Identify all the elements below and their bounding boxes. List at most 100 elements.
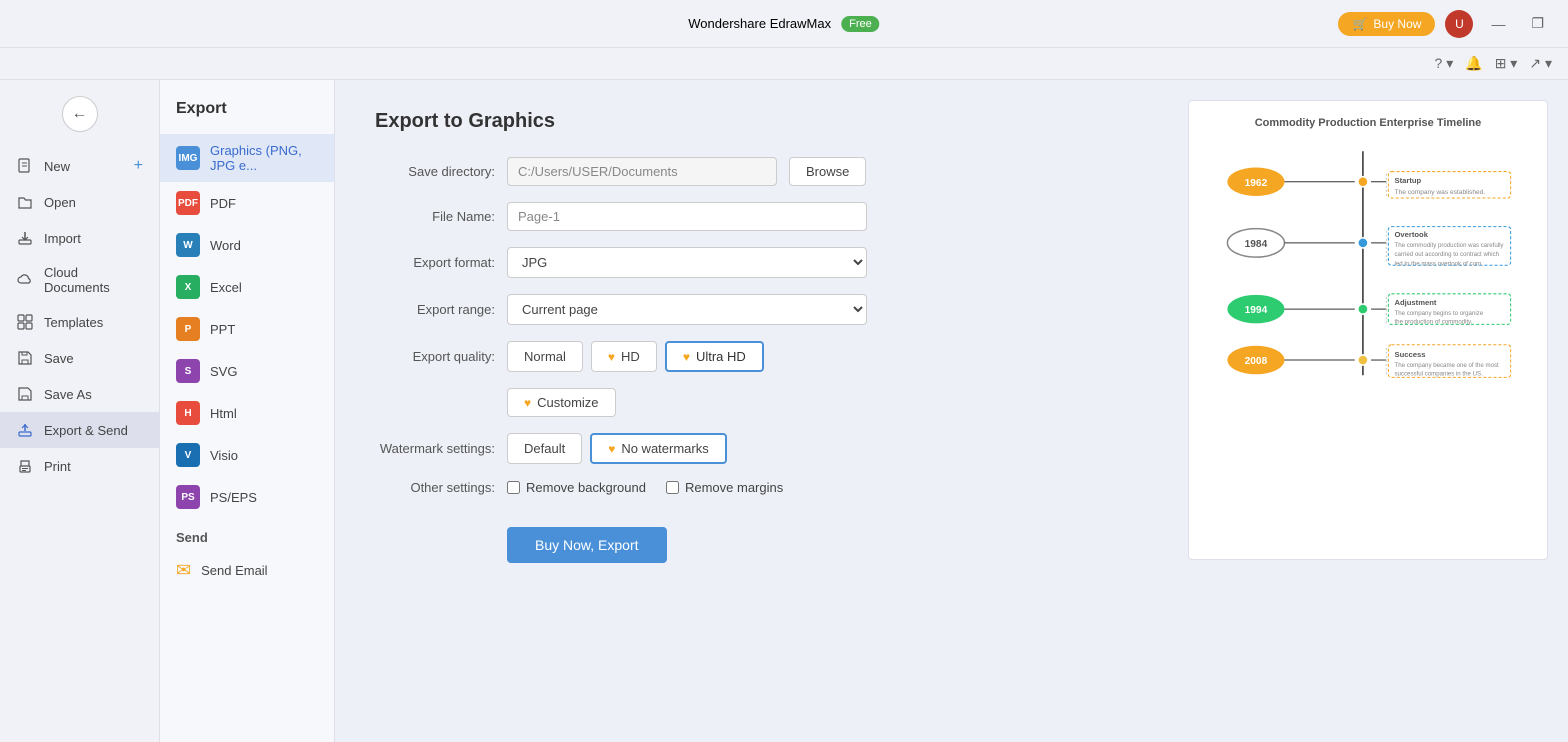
hd-heart-icon: ♥ <box>608 350 615 364</box>
buy-now-button[interactable]: 🛒 Buy Now <box>1338 12 1435 36</box>
quality-normal-button[interactable]: Normal <box>507 341 583 372</box>
send-email-item[interactable]: ✉ Send Email <box>160 551 334 590</box>
free-badge: Free <box>841 16 880 32</box>
browse-button[interactable]: Browse <box>789 157 866 186</box>
format-icon-ppt: P <box>176 317 200 341</box>
back-button[interactable]: ← <box>62 96 98 132</box>
format-label-html: Html <box>210 406 237 421</box>
svg-text:Overtook: Overtook <box>1394 230 1428 239</box>
sidebar-item-new[interactable]: New + <box>0 148 159 184</box>
maximize-button[interactable]: ❐ <box>1523 11 1552 36</box>
remove-background-checkbox-item[interactable]: Remove background <box>507 480 646 495</box>
title-bar: Wondershare EdrawMax Free 🛒 Buy Now U — … <box>0 0 1568 48</box>
watermark-default-button[interactable]: Default <box>507 433 582 464</box>
svg-text:successful companies in the US: successful companies in the US. <box>1394 370 1483 377</box>
save-directory-row: Save directory: Browse <box>375 157 1128 186</box>
sidebar-label-save-as: Save As <box>44 387 92 402</box>
format-item-word[interactable]: W Word <box>160 224 334 266</box>
bell-icon[interactable]: 🔔 <box>1465 55 1482 72</box>
sidebar-label-new: New <box>44 159 70 174</box>
svg-text:carried out according to contr: carried out according to contract which <box>1394 251 1499 258</box>
sidebar-item-save[interactable]: Save <box>0 340 159 376</box>
customize-button[interactable]: ♥ Customize <box>507 388 616 417</box>
svg-text:The company became one of the: The company became one of the most <box>1394 362 1499 369</box>
format-icon-word: W <box>176 233 200 257</box>
format-icon-html: H <box>176 401 200 425</box>
sidebar-label-print: Print <box>44 459 71 474</box>
sidebar-item-cloud[interactable]: Cloud Documents <box>0 256 159 304</box>
layout-icon[interactable]: ⊞ ▾ <box>1495 55 1518 72</box>
new-icon <box>16 157 34 175</box>
format-label-ppt: PPT <box>210 322 235 337</box>
quality-group: Normal ♥ HD ♥ Ultra HD <box>507 341 764 372</box>
watermark-group: Default ♥ No watermarks <box>507 433 727 464</box>
format-item-pseps[interactable]: PS PS/EPS <box>160 476 334 518</box>
share-icon[interactable]: ↗ ▾ <box>1529 55 1552 72</box>
remove-background-checkbox[interactable] <box>507 481 520 494</box>
export-button-row: Buy Now, Export <box>375 511 1128 563</box>
format-item-excel[interactable]: X Excel <box>160 266 334 308</box>
sidebar-label-save: Save <box>44 351 74 366</box>
export-quality-label: Export quality: <box>375 349 495 364</box>
app-title: Wondershare EdrawMax <box>688 16 831 31</box>
new-add-icon[interactable]: + <box>134 157 143 175</box>
cloud-icon <box>16 271 34 289</box>
export-button[interactable]: Buy Now, Export <box>507 527 667 563</box>
format-item-visio[interactable]: V Visio <box>160 434 334 476</box>
title-bar-center: Wondershare EdrawMax Free <box>688 16 879 32</box>
save-icon <box>16 349 34 367</box>
export-range-select[interactable]: Current page All pages Selected shapes <box>507 294 867 325</box>
remove-margins-checkbox[interactable] <box>666 481 679 494</box>
watermark-no-watermarks-button[interactable]: ♥ No watermarks <box>590 433 727 464</box>
sidebar-label-import: Import <box>44 231 81 246</box>
sidebar-item-save-as[interactable]: Save As <box>0 376 159 412</box>
format-item-html[interactable]: H Html <box>160 392 334 434</box>
remove-margins-checkbox-item[interactable]: Remove margins <box>666 480 783 495</box>
help-icon[interactable]: ? ▾ <box>1435 55 1454 72</box>
svg-text:Adjustment: Adjustment <box>1394 298 1436 307</box>
sidebar-label-open: Open <box>44 195 76 210</box>
sidebar-item-import[interactable]: Import <box>0 220 159 256</box>
svg-text:1962: 1962 <box>1245 178 1268 189</box>
send-section-title: Send <box>160 518 334 551</box>
format-item-svg[interactable]: S SVG <box>160 350 334 392</box>
preview-box: Commodity Production Enterprise Timeline… <box>1188 100 1548 560</box>
other-settings-label: Other settings: <box>375 480 495 495</box>
format-label-pdf: PDF <box>210 196 236 211</box>
sidebar-item-print[interactable]: Print <box>0 448 159 484</box>
export-sidebar-title: Export <box>160 92 334 134</box>
open-icon <box>16 193 34 211</box>
left-sidebar: ← New + Open Import Cloud Document <box>0 80 160 742</box>
checkbox-group: Remove background Remove margins <box>507 480 783 495</box>
ultra-hd-heart-icon: ♥ <box>683 350 690 364</box>
format-item-pdf[interactable]: PDF PDF <box>160 182 334 224</box>
watermark-label: Watermark settings: <box>375 441 495 456</box>
sidebar-item-templates[interactable]: Templates <box>0 304 159 340</box>
format-item-graphics[interactable]: IMG Graphics (PNG, JPG e... <box>160 134 334 182</box>
quality-ultra-hd-button[interactable]: ♥ Ultra HD <box>665 341 764 372</box>
remove-margins-label: Remove margins <box>685 480 783 495</box>
avatar[interactable]: U <box>1445 10 1473 38</box>
sidebar-item-export[interactable]: Export & Send <box>0 412 159 448</box>
export-format-select[interactable]: JPG PNG BMP GIF TIFF <box>507 247 867 278</box>
preview-panel: Commodity Production Enterprise Timeline… <box>1168 80 1568 742</box>
sidebar-item-open[interactable]: Open <box>0 184 159 220</box>
format-icon-svg: S <box>176 359 200 383</box>
icon-bar: ? ▾ 🔔 ⊞ ▾ ↗ ▾ <box>0 48 1568 80</box>
minimize-button[interactable]: — <box>1483 12 1513 36</box>
quality-normal-label: Normal <box>524 349 566 364</box>
svg-text:The company begins to organize: The company begins to organize <box>1394 310 1483 317</box>
file-name-input[interactable] <box>507 202 867 231</box>
customize-label: Customize <box>537 395 598 410</box>
save-directory-input[interactable] <box>507 157 777 186</box>
file-name-row: File Name: <box>375 202 1128 231</box>
export-icon <box>16 421 34 439</box>
preview-title: Commodity Production Enterprise Timeline <box>1255 117 1482 129</box>
format-item-ppt[interactable]: P PPT <box>160 308 334 350</box>
format-label-svg: SVG <box>210 364 237 379</box>
quality-hd-button[interactable]: ♥ HD <box>591 341 657 372</box>
remove-background-label: Remove background <box>526 480 646 495</box>
file-name-label: File Name: <box>375 209 495 224</box>
main-layout: ← New + Open Import Cloud Document <box>0 80 1568 742</box>
svg-text:1984: 1984 <box>1245 239 1268 250</box>
